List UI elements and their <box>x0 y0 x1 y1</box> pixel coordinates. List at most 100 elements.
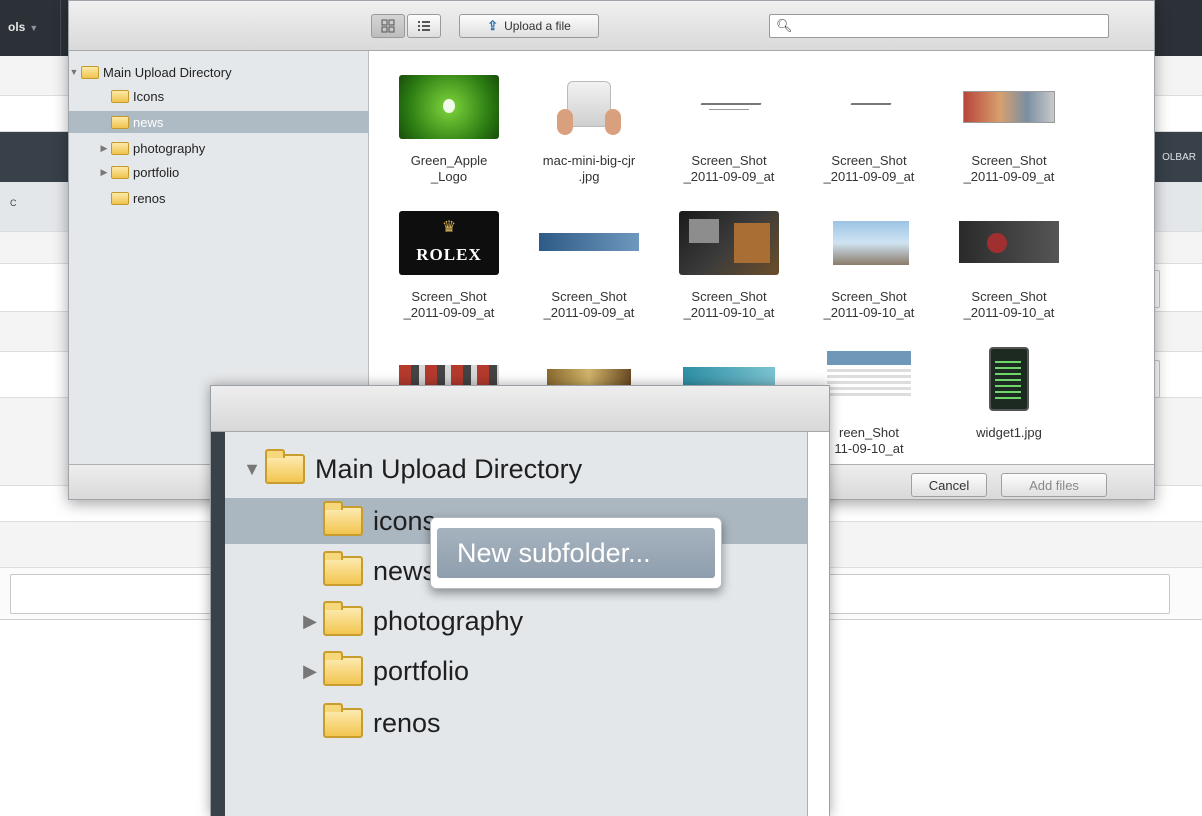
apple-logo-icon <box>443 99 455 113</box>
tree-item-photography[interactable]: ▶ photography <box>69 137 369 159</box>
file-item[interactable]: widget1.jpg <box>939 333 1079 461</box>
zoomed-folder-tree-callout: ▼ Main Upload Directory icons news ▶ pho… <box>210 385 830 816</box>
tools-menu-label: ols <box>8 20 26 34</box>
file-item[interactable]: Screen_Shot _2011-09-10_at <box>799 197 939 333</box>
file-thumbnail <box>959 211 1059 275</box>
expand-triangle-icon[interactable]: ▼ <box>69 67 79 77</box>
list-view-button[interactable] <box>407 14 441 38</box>
file-thumbnail: ♛ ROLEX <box>399 211 499 275</box>
context-menu: New subfolder... <box>430 517 722 589</box>
tree-item-label: Main Upload Directory <box>315 453 583 484</box>
tree-item-label: Icons <box>133 88 165 104</box>
upload-file-label: Upload a file <box>504 19 571 33</box>
expand-triangle-icon[interactable]: ▼ <box>239 459 265 480</box>
tree-item-label: photography <box>133 140 206 156</box>
tree-item-main-upload-directory[interactable]: ▼ Main Upload Directory <box>69 61 369 83</box>
file-name: Screen_Shot _2011-09-09_at <box>403 289 495 320</box>
file-thumbnail <box>819 211 919 275</box>
folder-icon <box>111 89 129 103</box>
tree-item-label: renos <box>133 190 166 206</box>
tree-item-label: renos <box>373 707 441 738</box>
file-thumbnail <box>819 75 919 139</box>
file-name: Screen_Shot _2011-09-09_at <box>963 153 1055 184</box>
column-label: C <box>10 198 17 208</box>
grid-view-button[interactable] <box>371 14 405 38</box>
tree-item-label: news <box>373 555 437 586</box>
folder-icon <box>111 165 129 179</box>
search-icon: 🔍︎ <box>776 18 793 33</box>
screenshot-stage: ols ▼ OLBAR C ⇪ Upload a file 🔍︎ ▼ Main … <box>0 0 1202 816</box>
upload-icon: ⇪ <box>487 18 499 33</box>
file-item[interactable]: Green_Apple _Logo <box>379 61 519 197</box>
file-name: Screen_Shot _2011-09-09_at <box>823 153 915 184</box>
file-name: Screen_Shot _2011-09-10_at <box>683 289 775 320</box>
file-thumbnail <box>539 75 639 139</box>
file-name: Screen_Shot _2011-09-10_at <box>823 289 915 320</box>
callout-right-pane <box>807 432 829 816</box>
tree-item-label: portfolio <box>133 164 180 180</box>
tree-item-icons[interactable]: Icons <box>69 85 369 107</box>
collapse-triangle-icon[interactable]: ▶ <box>297 661 323 682</box>
upload-file-button[interactable]: ⇪ Upload a file <box>459 14 599 38</box>
tree-item-renos[interactable]: renos <box>225 700 807 746</box>
divider <box>60 0 61 56</box>
chevron-down-icon: ▼ <box>29 23 39 33</box>
folder-icon <box>323 703 363 738</box>
callout-left-edge <box>211 432 225 816</box>
file-item[interactable]: Screen_Shot _2011-09-09_at <box>939 61 1079 197</box>
grid-view-icon <box>381 19 395 33</box>
dialog-toolbar: ⇪ Upload a file 🔍︎ <box>69 1 1154 51</box>
crown-icon: ♛ <box>441 219 457 236</box>
collapse-triangle-icon[interactable]: ▶ <box>297 611 323 632</box>
search-input[interactable]: 🔍︎ <box>769 14 1109 38</box>
add-files-button[interactable]: Add files <box>1001 473 1107 497</box>
tree-item-news[interactable]: news <box>69 111 369 133</box>
file-item[interactable]: ♛ ROLEX Screen_Shot _2011-09-09_at <box>379 197 519 333</box>
tree-item-label: portfolio <box>373 655 470 686</box>
tree-item-portfolio[interactable]: ▶ portfolio <box>69 161 369 183</box>
file-thumbnail <box>819 347 919 411</box>
collapse-triangle-icon[interactable]: ▶ <box>99 143 109 154</box>
file-item[interactable]: Screen_Shot _2011-09-10_at <box>659 197 799 333</box>
toolbar-label: OLBAR <box>1162 152 1196 163</box>
file-thumbnail <box>539 211 639 275</box>
file-name: Screen_Shot _2011-09-09_at <box>683 153 775 184</box>
folder-icon <box>323 601 363 636</box>
file-item[interactable]: Screen_Shot _2011-09-09_at <box>659 61 799 197</box>
collapse-triangle-icon[interactable]: ▶ <box>99 167 109 178</box>
tree-item-portfolio[interactable]: ▶ portfolio <box>225 648 807 694</box>
file-name: Screen_Shot _2011-09-09_at <box>543 289 635 320</box>
tree-item-main-upload-directory[interactable]: ▼ Main Upload Directory <box>225 446 807 492</box>
folder-icon <box>111 141 129 155</box>
file-name: Screen_Shot _2011-09-10_at <box>963 289 1055 320</box>
file-item[interactable]: Screen_Shot _2011-09-09_at <box>799 61 939 197</box>
file-name: mac-mini-big-cjr .jpg <box>542 153 636 184</box>
tree-item-photography[interactable]: ▶ photography <box>225 598 807 644</box>
file-name: widget1.jpg <box>976 425 1042 440</box>
tree-item-label: photography <box>373 605 524 636</box>
folder-open-icon <box>265 449 305 484</box>
cancel-button[interactable]: Cancel <box>911 473 987 497</box>
tools-menu[interactable]: ols ▼ <box>8 20 38 34</box>
tree-item-renos[interactable]: renos <box>69 187 369 209</box>
folder-icon <box>111 191 129 205</box>
file-item[interactable]: Screen_Shot _2011-09-10_at <box>939 197 1079 333</box>
file-item[interactable]: Screen_Shot _2011-09-09_at <box>519 197 659 333</box>
file-name: Green_Apple _Logo <box>410 153 488 184</box>
folder-icon <box>81 65 99 79</box>
tree-item-label: icons <box>373 505 437 536</box>
folder-icon <box>111 115 129 129</box>
file-item[interactable]: mac-mini-big-cjr .jpg <box>519 61 659 197</box>
folder-icon <box>323 651 363 686</box>
folder-icon <box>323 551 363 586</box>
tree-item-label: Main Upload Directory <box>103 64 232 80</box>
file-thumbnail <box>399 75 499 139</box>
new-subfolder-menu-item[interactable]: New subfolder... <box>437 528 715 578</box>
file-thumbnail <box>679 211 779 275</box>
list-view-icon <box>418 21 430 31</box>
folder-icon <box>323 501 363 536</box>
rolex-logo-text: ROLEX <box>416 245 482 264</box>
file-thumbnail <box>959 75 1059 139</box>
file-thumbnail <box>679 75 779 139</box>
callout-header <box>211 386 829 432</box>
